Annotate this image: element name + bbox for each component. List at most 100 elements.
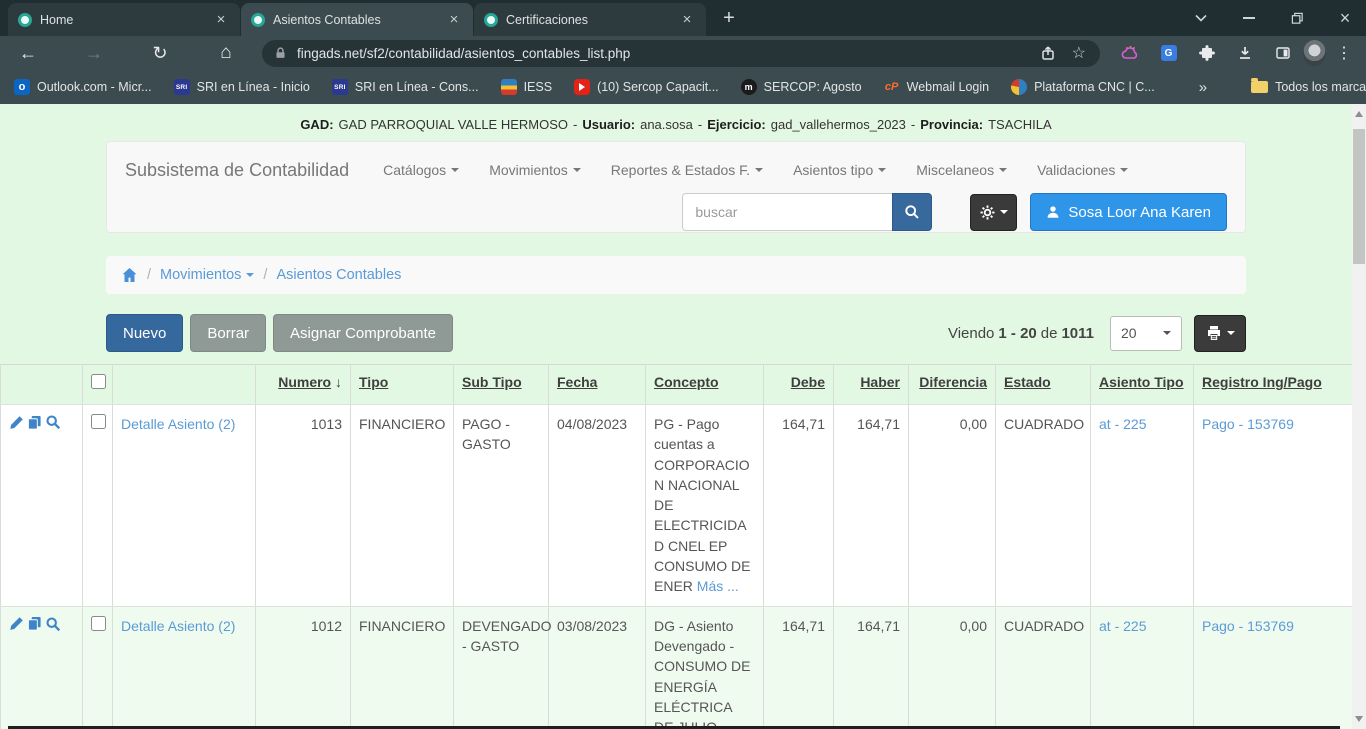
bookmark-sri-inicio[interactable]: SRI SRI en Línea - Inicio xyxy=(174,79,310,95)
breadcrumb-separator: / xyxy=(147,267,151,283)
asiento-tipo-column-header[interactable]: Asiento Tipo xyxy=(1091,365,1194,405)
breadcrumb-movimientos[interactable]: Movimientos xyxy=(160,267,254,283)
bookmark-cnc[interactable]: Plataforma CNC | C... xyxy=(1011,79,1155,95)
concepto-column-header[interactable]: Concepto xyxy=(646,365,764,405)
extensions-puzzle-icon[interactable] xyxy=(1192,39,1221,67)
row-checkbox[interactable] xyxy=(91,414,106,429)
tab-close-icon[interactable]: × xyxy=(445,11,463,29)
bookmark-sercop-agosto[interactable]: m SERCOP: Agosto xyxy=(741,79,862,95)
search-button[interactable] xyxy=(892,193,932,231)
subtipo-column-header[interactable]: Sub Tipo xyxy=(454,365,549,405)
detalle-asiento-link[interactable]: Detalle Asiento (2) xyxy=(121,618,235,634)
fecha-cell: 04/08/2023 xyxy=(549,405,646,607)
tipo-column-header[interactable]: Tipo xyxy=(351,365,454,405)
scroll-up-icon[interactable] xyxy=(1355,111,1363,117)
restore-button[interactable] xyxy=(1290,11,1304,25)
page-scrollbar[interactable] xyxy=(1352,104,1366,729)
debe-column-header[interactable]: Debe xyxy=(764,365,834,405)
browser-tab-certificaciones[interactable]: Certificaciones × xyxy=(474,3,706,36)
edit-pencil-icon[interactable] xyxy=(9,616,24,631)
share-icon[interactable] xyxy=(1040,45,1056,61)
registro-pago-link[interactable]: Pago - 153769 xyxy=(1202,416,1294,432)
page-size-select[interactable]: 20 xyxy=(1110,316,1182,351)
select-all-checkbox[interactable] xyxy=(91,374,106,389)
tab-close-icon[interactable]: × xyxy=(678,11,696,29)
registro-column-header[interactable]: Registro Ing/Pago xyxy=(1194,365,1353,405)
chevron-down-icon xyxy=(755,168,763,172)
weather-extension-icon[interactable] xyxy=(1116,39,1145,67)
scroll-down-icon[interactable] xyxy=(1355,716,1363,722)
bookmark-star-icon[interactable]: ☆ xyxy=(1072,43,1086,63)
print-button[interactable] xyxy=(1194,315,1246,352)
new-tab-button[interactable]: + xyxy=(715,5,743,33)
bookmark-iess[interactable]: IESS xyxy=(501,79,553,95)
browser-menu-kebab-icon[interactable]: ⋮ xyxy=(1336,43,1352,63)
cnc-favicon xyxy=(1011,79,1027,95)
bookmark-sercop-youtube[interactable]: (10) Sercop Capacit... xyxy=(574,79,719,95)
registro-pago-link[interactable]: Pago - 153769 xyxy=(1202,618,1294,634)
menu-reportes[interactable]: Reportes & Estados F. xyxy=(611,162,763,178)
address-bar[interactable]: fingads.net/sf2/contabilidad/asientos_co… xyxy=(262,40,1100,67)
settings-button[interactable] xyxy=(970,194,1017,231)
downloads-icon[interactable] xyxy=(1230,39,1259,67)
window-controls: × xyxy=(1194,0,1352,36)
search-input[interactable] xyxy=(682,193,892,231)
home-icon[interactable] xyxy=(121,267,138,283)
copy-icon[interactable] xyxy=(27,616,42,631)
bookmark-label: Webmail Login xyxy=(907,80,989,94)
view-search-icon[interactable] xyxy=(45,616,61,632)
bookmark-sri-consultas[interactable]: SRI SRI en Línea - Cons... xyxy=(332,79,479,95)
asiento-tipo-link[interactable]: at - 225 xyxy=(1099,618,1146,634)
menu-movimientos[interactable]: Movimientos xyxy=(489,162,581,178)
chevron-down-icon xyxy=(878,168,886,172)
actions-column-header xyxy=(1,365,83,405)
menu-miscelaneos[interactable]: Miscelaneos xyxy=(916,162,1007,178)
nuevo-button[interactable]: Nuevo xyxy=(106,314,183,352)
url-text[interactable]: fingads.net/sf2/contabilidad/asientos_co… xyxy=(297,46,1030,61)
viewing-label: Viendo xyxy=(948,325,994,342)
side-panel-icon[interactable] xyxy=(1268,39,1297,67)
view-search-icon[interactable] xyxy=(45,414,61,430)
estado-column-header[interactable]: Estado xyxy=(996,365,1091,405)
menu-catalogos[interactable]: Catálogos xyxy=(383,162,459,178)
bookmark-outlook[interactable]: o Outlook.com - Micr... xyxy=(14,79,152,95)
close-window-button[interactable]: × xyxy=(1338,11,1352,25)
ejercicio-value: gad_vallehermos_2023 xyxy=(771,117,906,132)
minimize-button[interactable] xyxy=(1242,11,1256,25)
browser-tab-asientos-contables[interactable]: Asientos Contables × xyxy=(241,3,473,36)
bookmarks-overflow-icon[interactable]: » xyxy=(1199,79,1207,96)
copy-icon[interactable] xyxy=(27,415,42,430)
app-brand: Subsistema de Contabilidad xyxy=(125,160,349,181)
asignar-comprobante-button[interactable]: Asignar Comprobante xyxy=(273,314,453,352)
site-favicon-icon xyxy=(18,13,32,27)
browser-tab-home[interactable]: Home × xyxy=(8,3,240,36)
bookmark-label: Outlook.com - Micr... xyxy=(37,80,152,94)
borrar-button[interactable]: Borrar xyxy=(190,314,266,352)
asiento-tipo-link[interactable]: at - 225 xyxy=(1099,416,1146,432)
back-icon[interactable]: ← xyxy=(14,39,42,67)
user-account-button[interactable]: Sosa Loor Ana Karen xyxy=(1030,193,1227,231)
detalle-asiento-link[interactable]: Detalle Asiento (2) xyxy=(121,416,235,432)
fecha-column-header[interactable]: Fecha xyxy=(549,365,646,405)
forward-icon: → xyxy=(80,39,108,67)
all-bookmarks-button[interactable]: Todos los marcadores xyxy=(1251,80,1366,94)
tab-search-chevron-icon[interactable] xyxy=(1194,11,1208,25)
row-checkbox[interactable] xyxy=(91,616,106,631)
profile-avatar[interactable] xyxy=(1303,40,1326,66)
asientos-table: Numero ↓ Tipo Sub Tipo Fecha Concepto De… xyxy=(0,364,1353,729)
numero-column-header[interactable]: Numero ↓ xyxy=(256,365,351,405)
tab-list: Home × Asientos Contables × Certificacio… xyxy=(0,0,743,36)
diferencia-column-header[interactable]: Diferencia xyxy=(909,365,996,405)
menu-validaciones[interactable]: Validaciones xyxy=(1037,162,1128,178)
tab-close-icon[interactable]: × xyxy=(212,11,230,29)
bookmark-webmail[interactable]: cP Webmail Login xyxy=(884,79,989,95)
home-icon[interactable]: ⌂ xyxy=(212,39,240,67)
translate-extension-icon[interactable]: G xyxy=(1154,39,1183,67)
reload-icon[interactable]: ↻ xyxy=(146,39,174,67)
printer-icon xyxy=(1206,325,1222,341)
haber-column-header[interactable]: Haber xyxy=(834,365,909,405)
menu-asientos-tipo[interactable]: Asientos tipo xyxy=(793,162,886,178)
edit-pencil-icon[interactable] xyxy=(9,415,24,430)
mas-link[interactable]: Más ... xyxy=(697,578,739,594)
scrollbar-thumb[interactable] xyxy=(1353,129,1365,264)
